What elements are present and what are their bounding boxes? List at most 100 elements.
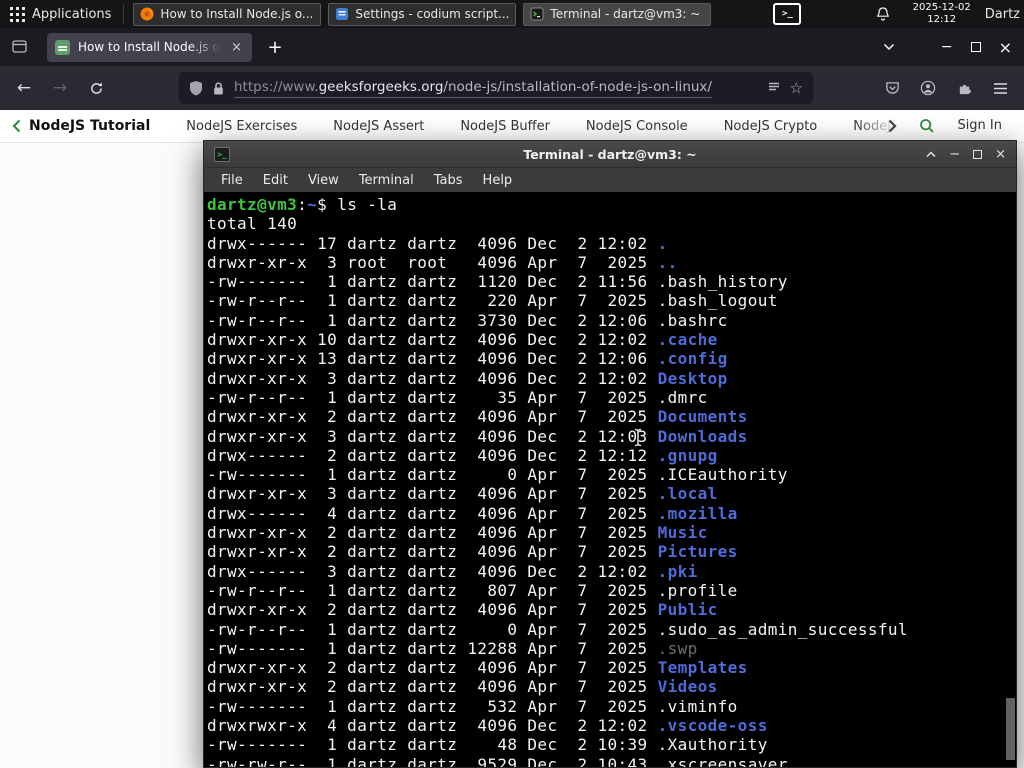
applications-label: Applications — [32, 6, 112, 22]
browser-window-controls: − × — [941, 38, 1012, 57]
menu-view[interactable]: View — [301, 171, 346, 190]
file-name: .viminfo — [657, 696, 738, 716]
directory-name: .config — [657, 349, 728, 369]
tab-bar: How to Install Node.js on × + − × — [0, 28, 1024, 66]
browser-minimize-button[interactable]: − — [941, 39, 953, 55]
terminal-line: drwxr-xr-x 10 dartz dartz 4096 Dec 2 12:… — [207, 330, 718, 350]
terminal-content[interactable]: dartz@vm3:~$ ls -la total 140 drwx------… — [204, 192, 1016, 767]
file-name: .swp — [657, 638, 698, 658]
directory-name: .vscode-oss — [657, 716, 768, 736]
directory-name: .mozilla — [657, 503, 738, 523]
directory-name: .gnupg — [657, 445, 718, 465]
panel-username[interactable]: Dartz — [985, 7, 1020, 22]
terminal-titlebar[interactable]: Terminal - dartz@vm3: ~ >_ − × — [204, 141, 1016, 167]
site-navigation: NodeJS Tutorial NodeJS Exercises NodeJS … — [0, 110, 1024, 143]
tray-terminal-icon[interactable]: >_ — [773, 3, 802, 25]
browser-maximize-button[interactable] — [970, 42, 981, 52]
reload-button[interactable] — [81, 73, 111, 103]
terminal-line: drwx------ 17 dartz dartz 4096 Dec 2 12:… — [207, 233, 668, 253]
terminal-scrollbar-thumb[interactable] — [1006, 698, 1015, 760]
directory-name: .pki — [657, 561, 698, 581]
prompt-dollar: $ — [317, 195, 338, 214]
menu-terminal[interactable]: Terminal — [352, 171, 421, 190]
bookmark-star-icon[interactable]: ☆ — [790, 79, 803, 97]
terminal-line: -rw-r--r-- 1 dartz dartz 807 Apr 7 2025 … — [207, 580, 738, 600]
taskbar-label: How to Install Node.js o... — [160, 7, 314, 21]
tracking-shield-icon[interactable] — [189, 80, 203, 96]
pocket-icon[interactable] — [877, 73, 907, 103]
terminal-line: drwx------ 3 dartz dartz 4096 Dec 2 12:0… — [207, 561, 698, 581]
menu-tabs[interactable]: Tabs — [427, 171, 470, 190]
menu-edit[interactable]: Edit — [256, 171, 295, 190]
terminal-line: drwxr-xr-x 2 dartz dartz 4096 Apr 7 2025… — [207, 542, 738, 562]
desktop: Applications How to Install Node.js o...… — [0, 0, 1024, 768]
site-nav-item[interactable]: NodeJS Exercises — [186, 119, 297, 134]
extensions-puzzle-icon[interactable] — [949, 73, 979, 103]
menu-hamburger-icon[interactable] — [985, 73, 1015, 103]
terminal-prompt-line: dartz@vm3:~$ ls -la — [207, 195, 1016, 214]
taskbar-button-firefox[interactable]: How to Install Node.js o... — [133, 2, 322, 26]
account-icon[interactable] — [913, 73, 943, 103]
terminal-line: -rw-r--r-- 1 dartz dartz 0 Apr 7 2025 .s… — [207, 619, 908, 639]
text-cursor — [632, 428, 644, 447]
terminal-total-line: total 140 — [207, 214, 298, 234]
url-bar[interactable]: https://www.geeksforgeeks.org/node-js/in… — [179, 72, 813, 104]
terminal-line: drwx------ 4 dartz dartz 4096 Apr 7 2025… — [207, 503, 738, 523]
site-nav-item[interactable]: NodeJS Assert — [333, 119, 424, 134]
browser-tab[interactable]: How to Install Node.js on × — [47, 32, 252, 62]
browser-close-button[interactable]: × — [999, 38, 1012, 57]
tray-prompt-glyph: >_ — [782, 9, 793, 19]
terminal-line: drwxr-xr-x 3 dartz dartz 4096 Dec 2 12:0… — [207, 426, 748, 446]
directory-name: Templates — [657, 658, 748, 678]
directory-name: . — [657, 233, 668, 253]
terminal-line: drwxr-xr-x 2 dartz dartz 4096 Apr 7 2025… — [207, 677, 718, 697]
new-tab-button[interactable]: + — [262, 37, 288, 58]
taskbar-label: Settings - codium script... — [355, 7, 510, 21]
file-name: .bashrc — [657, 310, 728, 330]
site-nav-item[interactable]: NodeJS Crypto — [724, 119, 818, 134]
terminal-window-controls: − × — [926, 147, 1006, 162]
taskbar-button-settings[interactable]: Settings - codium script... — [328, 2, 517, 26]
file-name: .profile — [657, 580, 738, 600]
list-tabs-chevron-icon[interactable] — [883, 43, 895, 51]
terminal-minimize-button[interactable]: − — [949, 147, 960, 162]
menu-file[interactable]: File — [214, 171, 250, 190]
directory-name: Videos — [657, 677, 718, 697]
sign-in-button[interactable]: Sign In — [957, 118, 1002, 133]
reader-view-icon[interactable] — [767, 81, 781, 95]
terminal-line: -rw------- 1 dartz dartz 532 Apr 7 2025 … — [207, 696, 738, 716]
applications-menu-button[interactable]: Applications — [0, 0, 121, 28]
terminal-line: drwxr-xr-x 13 dartz dartz 4096 Dec 2 12:… — [207, 349, 728, 369]
terminal-maximize-button[interactable] — [973, 149, 983, 159]
site-nav-item[interactable]: NodeJS Console — [586, 119, 688, 134]
terminal-line: -rw-r--r-- 1 dartz dartz 220 Apr 7 2025 … — [207, 291, 778, 311]
site-nav-left-chevron-icon[interactable] — [12, 119, 21, 133]
site-nav-right: Sign In — [854, 110, 1024, 141]
file-name: .dmrc — [657, 387, 708, 407]
site-nav-item[interactable]: NodeJS Buffer — [460, 119, 550, 134]
url-path: /node-js/installation-of-node-js-on-linu… — [443, 78, 712, 95]
firefox-icon — [140, 7, 154, 21]
clock-time: 12:12 — [927, 14, 957, 25]
menu-help[interactable]: Help — [476, 171, 520, 190]
terminal-line: drwx------ 2 dartz dartz 4096 Dec 2 12:1… — [207, 445, 718, 465]
terminal-title: Terminal - dartz@vm3: ~ — [523, 146, 697, 162]
file-name: .bash_history — [657, 272, 788, 292]
notifications-bell-icon[interactable] — [875, 6, 891, 22]
url-scheme: https://www. — [234, 78, 319, 95]
search-icon[interactable] — [919, 118, 935, 134]
terminal-shade-chevron-icon[interactable] — [926, 150, 936, 158]
terminal-menubar: File Edit View Terminal Tabs Help — [204, 167, 1016, 192]
site-nav-right-chevron-icon[interactable] — [888, 119, 897, 133]
site-nav-brand[interactable]: NodeJS Tutorial — [29, 118, 150, 134]
terminal-close-button[interactable]: × — [995, 147, 1006, 162]
terminal-listing: drwx------ 17 dartz dartz 4096 Dec 2 12:… — [207, 234, 1016, 767]
firefox-view-icon[interactable] — [12, 39, 29, 55]
lock-icon[interactable] — [212, 81, 225, 96]
tab-close-icon[interactable]: × — [229, 40, 244, 55]
forward-button[interactable]: → — [45, 73, 75, 103]
taskbar-label: Terminal - dartz@vm3: ~ — [550, 7, 701, 21]
panel-clock[interactable]: 2025-12-02 12:12 — [913, 2, 971, 26]
back-button[interactable]: ← — [9, 73, 39, 103]
taskbar-button-terminal[interactable]: Terminal - dartz@vm3: ~ — [523, 2, 712, 26]
